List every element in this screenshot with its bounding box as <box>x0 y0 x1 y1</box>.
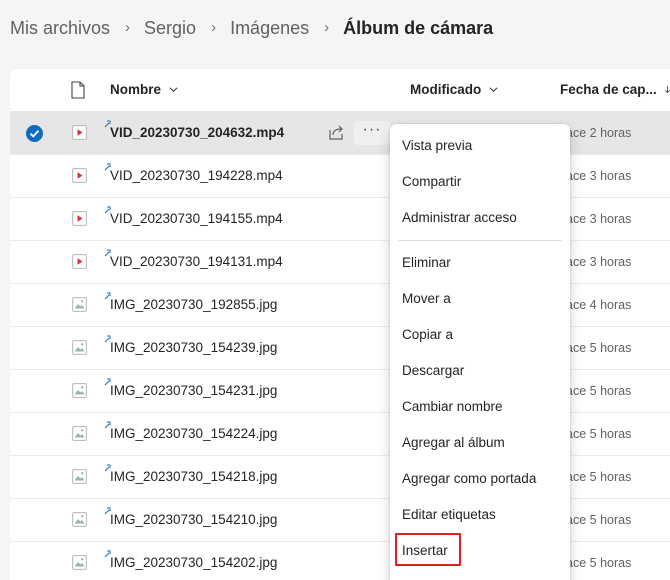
column-header-modified-label: Modificado <box>410 82 482 97</box>
breadcrumb-separator: › <box>211 19 217 36</box>
menu-item-cambiar-nombre[interactable]: Cambiar nombre <box>390 390 570 424</box>
file-list-header: Nombre Modificado Fecha de cap... <box>10 69 670 112</box>
table-row[interactable]: IMG_20230730_154224.jpg Hace 5 horas <box>10 413 670 456</box>
image-file-icon <box>72 555 87 570</box>
image-file-icon <box>72 297 87 312</box>
table-row[interactable]: IMG_20230730_192855.jpg Hace 4 horas <box>10 284 670 327</box>
image-file-icon <box>72 469 87 484</box>
menu-item-agregar-como-portada[interactable]: Agregar como portada <box>390 462 570 496</box>
video-file-icon <box>72 254 87 269</box>
column-header-name-label: Nombre <box>110 82 162 97</box>
video-file-icon <box>72 125 87 140</box>
table-row[interactable]: VID_20230730_204632.mp4 ··· Hace 2 horas <box>10 112 670 155</box>
column-header-capture-date[interactable]: Fecha de cap... <box>560 82 670 97</box>
image-file-icon <box>72 426 87 441</box>
context-menu: Vista previa Compartir Administrar acceso E… <box>390 124 570 580</box>
file-name[interactable]: IMG_20230730_192855.jpg <box>110 297 277 312</box>
video-file-icon <box>72 211 87 226</box>
breadcrumb: Mis archivos › Sergio › Imágenes › Álbum… <box>10 18 493 39</box>
breadcrumb-separator: › <box>324 19 330 36</box>
column-header-name[interactable]: Nombre <box>110 82 178 97</box>
menu-item-eliminar[interactable]: Eliminar <box>390 246 570 280</box>
arrow-down-sort-icon <box>664 85 670 94</box>
file-name[interactable]: VID_20230730_194155.mp4 <box>110 211 283 226</box>
chevron-down-icon <box>169 87 178 93</box>
column-header-modified[interactable]: Modificado <box>410 82 498 97</box>
menu-item-descargar[interactable]: Descargar <box>390 354 570 388</box>
file-name[interactable]: IMG_20230730_154239.jpg <box>110 340 277 355</box>
video-file-icon <box>72 168 87 183</box>
image-file-icon <box>72 340 87 355</box>
breadcrumb-mis-archivos[interactable]: Mis archivos <box>10 18 110 39</box>
file-type-icon[interactable] <box>71 81 85 99</box>
table-row[interactable]: IMG_20230730_154218.jpg Hace 5 horas <box>10 456 670 499</box>
more-options-button[interactable]: ··· <box>354 121 390 145</box>
breadcrumb-separator: › <box>125 19 131 36</box>
breadcrumb-sergio[interactable]: Sergio <box>144 18 196 39</box>
file-name[interactable]: VID_20230730_194228.mp4 <box>110 168 283 183</box>
menu-item-mover-a[interactable]: Mover a <box>390 282 570 316</box>
table-row[interactable]: VID_20230730_194228.mp4 Hace 3 horas <box>10 155 670 198</box>
file-list: Nombre Modificado Fecha de cap... VID_20… <box>10 69 670 580</box>
file-name[interactable]: VID_20230730_194131.mp4 <box>110 254 283 269</box>
table-row[interactable]: IMG_20230730_154231.jpg Hace 5 horas <box>10 370 670 413</box>
menu-item-administrar-acceso[interactable]: Administrar acceso <box>390 201 570 235</box>
table-row[interactable]: IMG_20230730_154202.jpg Hace 5 horas <box>10 542 670 580</box>
share-icon[interactable] <box>328 124 345 141</box>
menu-item-editar-etiquetas[interactable]: Editar etiquetas <box>390 498 570 532</box>
context-menu-divider <box>398 240 562 241</box>
file-name[interactable]: IMG_20230730_154210.jpg <box>110 512 277 527</box>
table-row[interactable]: IMG_20230730_154239.jpg Hace 5 horas <box>10 327 670 370</box>
file-name[interactable]: IMG_20230730_154224.jpg <box>110 426 277 441</box>
checkmark-icon[interactable] <box>26 125 43 142</box>
breadcrumb-current-folder: Álbum de cámara <box>343 18 494 38</box>
file-name[interactable]: VID_20230730_204632.mp4 <box>110 125 284 140</box>
image-file-icon <box>72 512 87 527</box>
file-name[interactable]: IMG_20230730_154231.jpg <box>110 383 277 398</box>
menu-item-compartir[interactable]: Compartir <box>390 165 570 199</box>
table-row[interactable]: VID_20230730_194155.mp4 Hace 3 horas <box>10 198 670 241</box>
column-header-capture-date-label: Fecha de cap... <box>560 82 657 97</box>
table-row[interactable]: VID_20230730_194131.mp4 Hace 3 horas <box>10 241 670 284</box>
breadcrumb-imagenes[interactable]: Imágenes <box>230 18 309 39</box>
menu-item-agregar-al-album[interactable]: Agregar al álbum <box>390 426 570 460</box>
table-row[interactable]: IMG_20230730_154210.jpg Hace 5 horas <box>10 499 670 542</box>
file-name[interactable]: IMG_20230730_154202.jpg <box>110 555 277 570</box>
insert-highlight-box <box>395 533 461 566</box>
menu-item-vista-previa[interactable]: Vista previa <box>390 129 570 163</box>
image-file-icon <box>72 383 87 398</box>
menu-item-copiar-a[interactable]: Copiar a <box>390 318 570 352</box>
file-name[interactable]: IMG_20230730_154218.jpg <box>110 469 277 484</box>
chevron-down-icon <box>489 87 498 93</box>
